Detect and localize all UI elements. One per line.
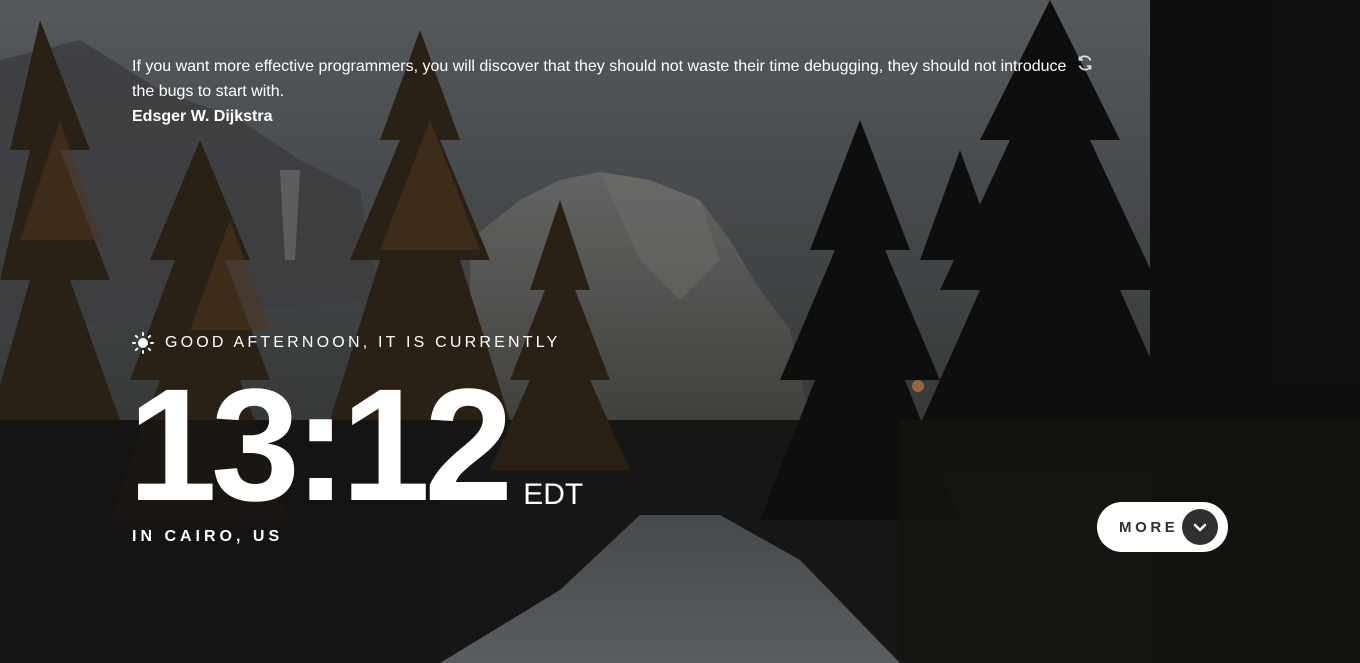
current-time: 13:12 [128,355,513,534]
greeting: GOOD AFTERNOON, IT IS CURRENTLY [132,331,561,355]
quote-text: If you want more effective programmers, … [132,58,1067,100]
location: IN CAIRO, US [132,528,284,545]
background-scene: If you want more effective programmers, … [0,0,1360,663]
more-button-label: MORE [1119,518,1179,536]
more-button[interactable]: MORE [1097,502,1228,552]
greeting-text: GOOD AFTERNOON, IT IS CURRENTLY [165,334,561,351]
quote-section: If you want more effective programmers, … [132,54,1092,129]
clock: 13:12 EDT [128,355,584,534]
sun-icon [132,332,154,354]
refresh-icon[interactable] [1076,54,1094,72]
timezone-abbr: EDT [523,478,584,511]
quote-author: Edsger W. Dijkstra [132,108,273,125]
chevron-down-icon [1182,509,1218,545]
